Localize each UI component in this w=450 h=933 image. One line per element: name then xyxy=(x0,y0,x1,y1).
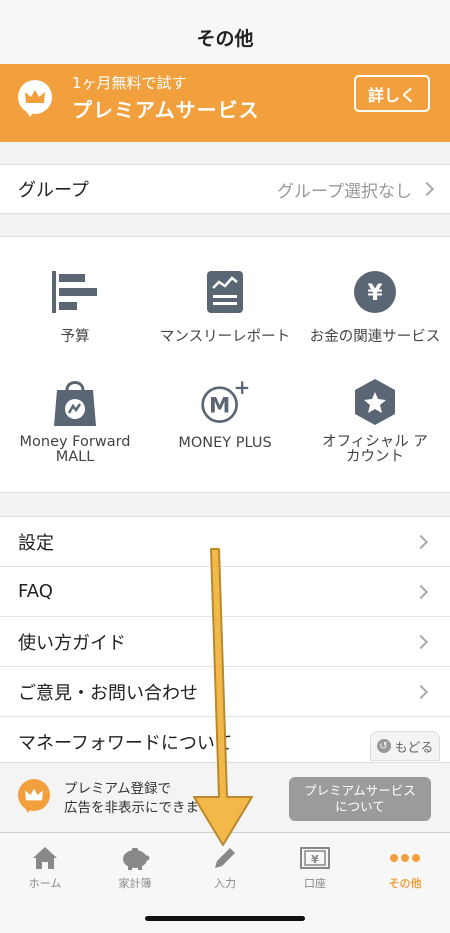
monthly-report-icon xyxy=(200,267,250,317)
group-label: グループ xyxy=(18,180,89,201)
ad-text: プレミアム登録で 広告を非表示にできます xyxy=(64,780,213,818)
chevron-right-icon xyxy=(413,684,429,699)
tab-label: ホーム xyxy=(28,877,62,890)
grid-item-label: 予算 xyxy=(60,329,90,345)
crown-bubble-tail xyxy=(23,805,33,813)
grid-item-label: マンスリーレポート xyxy=(159,329,291,345)
back-arrow-icon: ↺ xyxy=(376,739,391,753)
pencil-icon xyxy=(180,843,270,873)
tab-more[interactable]: その他 xyxy=(360,843,450,891)
ad-text-line2: 広告を非表示にできます xyxy=(64,800,213,816)
tab-label: 家計簿 xyxy=(118,877,152,890)
menu-item-guide[interactable]: 使い方ガイド xyxy=(0,617,450,667)
ad-text-line1: プレミアム登録で xyxy=(64,781,172,797)
back-tab-label: もどる xyxy=(394,740,434,756)
group-selector-row[interactable]: グループ グループ選択なし xyxy=(0,164,450,214)
group-value: グループ選択なし xyxy=(277,181,412,202)
menu-item-label: FAQ xyxy=(18,581,53,602)
menu-item-label: ご意見・お問い合わせ xyxy=(18,682,198,704)
svg-text:¥: ¥ xyxy=(367,281,383,306)
svg-text:M: M xyxy=(209,394,230,419)
grid-item-money-services[interactable]: ¥ お金の関連サービス xyxy=(300,267,450,346)
home-icon xyxy=(0,843,90,873)
chevron-right-icon xyxy=(413,584,429,599)
menu-item-label: マネーフォワードについて xyxy=(18,732,233,754)
yen-coin-icon: ¥ xyxy=(350,267,400,317)
tab-label: その他 xyxy=(388,877,422,890)
tab-label: 口座 xyxy=(304,877,326,890)
tab-input[interactable]: 入力 xyxy=(180,843,270,891)
grid-item-label: お金の関連サービス xyxy=(309,329,441,345)
shopping-bag-icon xyxy=(50,377,100,427)
details-button[interactable]: 詳しく xyxy=(354,75,430,112)
star-hexagon-icon xyxy=(350,377,400,427)
premium-ad-bar: プレミアム登録で 広告を非表示にできます プレミアムサービス について xyxy=(0,762,450,832)
grid-item-official-account[interactable]: オフィシャル アカウント xyxy=(300,377,450,465)
home-indicator xyxy=(145,916,305,921)
ad-button-line1: プレミアムサービス xyxy=(304,783,416,798)
ad-button-line2: について xyxy=(335,799,385,814)
crown-bubble-tail xyxy=(24,108,36,117)
banner-title: プレミアムサービス xyxy=(72,98,260,122)
more-dots-icon xyxy=(360,843,450,873)
money-plus-icon: M xyxy=(200,377,250,427)
grid-item-monthly-report[interactable]: マンスリーレポート xyxy=(150,267,300,346)
grid-item-budget[interactable]: 予算 xyxy=(0,267,150,346)
grid-item-label: オフィシャル アカウント xyxy=(322,434,428,465)
svg-text:¥: ¥ xyxy=(311,853,319,866)
grid-item-label: MONEY PLUS xyxy=(178,435,272,451)
tab-household-book[interactable]: 家計簿 xyxy=(90,843,180,891)
tab-label: 入力 xyxy=(214,877,236,890)
feature-grid: 予算 マンスリーレポート ¥ お金の関連サービス Money Forward M… xyxy=(0,236,450,493)
tab-home[interactable]: ホーム xyxy=(0,843,90,891)
piggy-bank-icon xyxy=(90,843,180,873)
grid-item-label: Money Forward MALL xyxy=(19,434,131,465)
chevron-right-icon xyxy=(419,181,435,197)
header-bar: その他 xyxy=(0,0,450,64)
menu-item-settings[interactable]: 設定 xyxy=(0,517,450,567)
budget-bars-icon xyxy=(50,267,100,317)
banner-subtitle: 1ヶ月無料で試す xyxy=(72,74,187,92)
chevron-right-icon xyxy=(413,534,429,549)
chevron-right-icon xyxy=(413,634,429,649)
menu-item-label: 設定 xyxy=(18,532,54,554)
back-tab-button[interactable]: ↺ もどる xyxy=(370,731,440,761)
grid-item-money-plus[interactable]: M MONEY PLUS xyxy=(150,377,300,451)
menu-item-faq[interactable]: FAQ xyxy=(0,567,450,617)
premium-about-button[interactable]: プレミアムサービス について xyxy=(289,777,431,821)
tab-accounts[interactable]: ¥ 口座 xyxy=(270,843,360,891)
page-title: その他 xyxy=(196,27,254,50)
menu-item-feedback[interactable]: ご意見・お問い合わせ xyxy=(0,667,450,717)
settings-menu: 設定 FAQ 使い方ガイド ご意見・お問い合わせ マネーフォワードについて xyxy=(0,516,450,767)
bank-account-icon: ¥ xyxy=(270,843,360,873)
menu-item-label: 使い方ガイド xyxy=(18,632,126,654)
premium-banner[interactable]: 1ヶ月無料で試す プレミアムサービス 詳しく xyxy=(0,64,450,142)
grid-item-mf-mall[interactable]: Money Forward MALL xyxy=(0,377,150,465)
